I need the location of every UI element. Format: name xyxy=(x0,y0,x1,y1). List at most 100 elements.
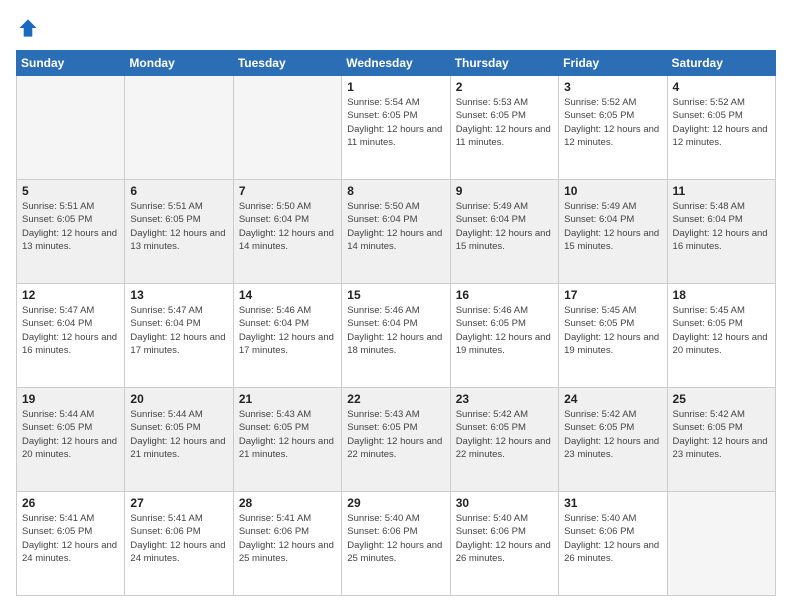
calendar-cell: 4Sunrise: 5:52 AM Sunset: 6:05 PM Daylig… xyxy=(667,76,775,180)
calendar-cell: 13 Sunrise: 5:47 AM Sunset: 6:04 PM Dayli… xyxy=(125,284,233,388)
page: SundayMondayTuesdayWednesdayThursdayFrid… xyxy=(0,0,792,612)
calendar-week-row: 5 Sunrise: 5:51 AM Sunset: 6:05 PM Daylig… xyxy=(17,180,776,284)
weekday-header: Monday xyxy=(125,51,233,76)
day-number: 8 xyxy=(347,184,444,198)
day-number: 27 xyxy=(130,496,227,510)
weekday-header: Friday xyxy=(559,51,667,76)
calendar-week-row: 26Sunrise: 5:41 AM Sunset: 6:05 PM Dayli… xyxy=(17,492,776,596)
day-detail: Sunrise: 5:42 AM Sunset: 6:05 PM Dayligh… xyxy=(456,409,551,460)
day-detail: Sunrise: 5:40 AM Sunset: 6:06 PM Dayligh… xyxy=(456,513,551,564)
day-number: 29 xyxy=(347,496,444,510)
calendar-cell: 15 Sunrise: 5:46 AM Sunset: 6:04 PM Dayli… xyxy=(342,284,450,388)
calendar-cell: 16 Sunrise: 5:46 AM Sunset: 6:05 PM Dayli… xyxy=(450,284,558,388)
header xyxy=(16,16,776,40)
calendar-cell: 26Sunrise: 5:41 AM Sunset: 6:05 PM Dayli… xyxy=(17,492,125,596)
day-detail: Sunrise: 5:52 AM Sunset: 6:05 PM Dayligh… xyxy=(673,97,768,148)
day-detail: Sunrise: 5:52 AM Sunset: 6:05 PM Dayligh… xyxy=(564,97,659,148)
day-detail: Sunrise: 5:42 AM Sunset: 6:05 PM Dayligh… xyxy=(564,409,659,460)
day-detail: Sunrise: 5:50 AM Sunset: 6:04 PM Dayligh… xyxy=(239,201,334,252)
calendar-cell: 29 Sunrise: 5:40 AM Sunset: 6:06 PM Dayli… xyxy=(342,492,450,596)
day-detail: Sunrise: 5:41 AM Sunset: 6:06 PM Dayligh… xyxy=(130,513,225,564)
day-number: 13 xyxy=(130,288,227,302)
day-detail: Sunrise: 5:42 AM Sunset: 6:05 PM Dayligh… xyxy=(673,409,768,460)
day-number: 24 xyxy=(564,392,661,406)
logo xyxy=(16,16,44,40)
day-detail: Sunrise: 5:49 AM Sunset: 6:04 PM Dayligh… xyxy=(456,201,551,252)
day-number: 7 xyxy=(239,184,336,198)
day-detail: Sunrise: 5:46 AM Sunset: 6:05 PM Dayligh… xyxy=(456,305,551,356)
calendar-cell: 24 Sunrise: 5:42 AM Sunset: 6:05 PM Dayli… xyxy=(559,388,667,492)
day-number: 16 xyxy=(456,288,553,302)
calendar-cell: 6 Sunrise: 5:51 AM Sunset: 6:05 PM Daylig… xyxy=(125,180,233,284)
calendar-cell xyxy=(667,492,775,596)
day-detail: Sunrise: 5:53 AM Sunset: 6:05 PM Dayligh… xyxy=(456,97,551,148)
calendar-cell: 1Sunrise: 5:54 AM Sunset: 6:05 PM Daylig… xyxy=(342,76,450,180)
day-detail: Sunrise: 5:47 AM Sunset: 6:04 PM Dayligh… xyxy=(22,305,117,356)
day-number: 28 xyxy=(239,496,336,510)
weekday-header: Saturday xyxy=(667,51,775,76)
calendar-cell: 27 Sunrise: 5:41 AM Sunset: 6:06 PM Dayli… xyxy=(125,492,233,596)
calendar-cell: 19Sunrise: 5:44 AM Sunset: 6:05 PM Dayli… xyxy=(17,388,125,492)
day-detail: Sunrise: 5:40 AM Sunset: 6:06 PM Dayligh… xyxy=(564,513,659,564)
day-number: 25 xyxy=(673,392,770,406)
calendar-week-row: 19 Sunrise: 5:44 AM Sunset: 6:05 PM Dayli… xyxy=(17,388,776,492)
day-number: 20 xyxy=(130,392,227,406)
day-number: 18 xyxy=(673,288,770,302)
day-detail: Sunrise: 5:51 AM Sunset: 6:05 PM Dayligh… xyxy=(130,201,225,252)
day-detail: Sunrise: 5:43 AM Sunset: 6:05 PM Dayligh… xyxy=(239,409,334,460)
calendar-week-row: 12 Sunrise: 5:47 AM Sunset: 6:04 PM Dayli… xyxy=(17,284,776,388)
day-number: 9 xyxy=(456,184,553,198)
day-detail: Sunrise: 5:45 AM Sunset: 6:05 PM Dayligh… xyxy=(564,305,659,356)
day-detail: Sunrise: 5:50 AM Sunset: 6:04 PM Dayligh… xyxy=(347,201,442,252)
day-number: 11 xyxy=(673,184,770,198)
day-detail: Sunrise: 5:47 AM Sunset: 6:04 PM Dayligh… xyxy=(130,305,225,356)
day-number: 19 xyxy=(22,392,119,406)
logo-icon xyxy=(16,16,40,40)
calendar-cell: 18 Sunrise: 5:45 AM Sunset: 6:05 PM Dayli… xyxy=(667,284,775,388)
day-detail: Sunrise: 5:43 AM Sunset: 6:05 PM Dayligh… xyxy=(347,409,442,460)
day-number: 5 xyxy=(22,184,119,198)
calendar-week-row: 1Sunrise: 5:54 AM Sunset: 6:05 PM Daylig… xyxy=(17,76,776,180)
calendar-cell: 10Sunrise: 5:49 AM Sunset: 6:04 PM Dayli… xyxy=(559,180,667,284)
day-detail: Sunrise: 5:45 AM Sunset: 6:05 PM Dayligh… xyxy=(673,305,768,356)
day-number: 3 xyxy=(564,80,661,94)
day-number: 30 xyxy=(456,496,553,510)
day-detail: Sunrise: 5:44 AM Sunset: 6:05 PM Dayligh… xyxy=(130,409,225,460)
calendar-cell: 12 Sunrise: 5:47 AM Sunset: 6:04 PM Dayli… xyxy=(17,284,125,388)
calendar-cell: 17 Sunrise: 5:45 AM Sunset: 6:05 PM Dayli… xyxy=(559,284,667,388)
day-detail: Sunrise: 5:40 AM Sunset: 6:06 PM Dayligh… xyxy=(347,513,442,564)
calendar-cell: 3 Sunrise: 5:52 AM Sunset: 6:05 PM Daylig… xyxy=(559,76,667,180)
day-detail: Sunrise: 5:51 AM Sunset: 6:05 PM Dayligh… xyxy=(22,201,117,252)
day-number: 26 xyxy=(22,496,119,510)
calendar-table: SundayMondayTuesdayWednesdayThursdayFrid… xyxy=(16,50,776,596)
day-number: 17 xyxy=(564,288,661,302)
calendar-cell: 9 Sunrise: 5:49 AM Sunset: 6:04 PM Daylig… xyxy=(450,180,558,284)
calendar-cell: 20 Sunrise: 5:44 AM Sunset: 6:05 PM Dayli… xyxy=(125,388,233,492)
calendar-cell: 30 Sunrise: 5:40 AM Sunset: 6:06 PM Dayli… xyxy=(450,492,558,596)
calendar-cell xyxy=(17,76,125,180)
day-number: 21 xyxy=(239,392,336,406)
day-number: 10 xyxy=(564,184,661,198)
day-number: 15 xyxy=(347,288,444,302)
calendar-cell: 22 Sunrise: 5:43 AM Sunset: 6:05 PM Dayli… xyxy=(342,388,450,492)
calendar-cell xyxy=(125,76,233,180)
day-number: 12 xyxy=(22,288,119,302)
weekday-header: Wednesday xyxy=(342,51,450,76)
calendar-cell: 2Sunrise: 5:53 AM Sunset: 6:05 PM Daylig… xyxy=(450,76,558,180)
day-detail: Sunrise: 5:48 AM Sunset: 6:04 PM Dayligh… xyxy=(673,201,768,252)
day-detail: Sunrise: 5:46 AM Sunset: 6:04 PM Dayligh… xyxy=(347,305,442,356)
calendar-cell xyxy=(233,76,341,180)
day-number: 1 xyxy=(347,80,444,94)
calendar-cell: 11 Sunrise: 5:48 AM Sunset: 6:04 PM Dayli… xyxy=(667,180,775,284)
day-number: 23 xyxy=(456,392,553,406)
calendar-cell: 23 Sunrise: 5:42 AM Sunset: 6:05 PM Dayli… xyxy=(450,388,558,492)
calendar-cell: 14Sunrise: 5:46 AM Sunset: 6:04 PM Dayli… xyxy=(233,284,341,388)
calendar-cell: 21 Sunrise: 5:43 AM Sunset: 6:05 PM Dayli… xyxy=(233,388,341,492)
day-number: 6 xyxy=(130,184,227,198)
weekday-header: Tuesday xyxy=(233,51,341,76)
calendar-cell: 28Sunrise: 5:41 AM Sunset: 6:06 PM Dayli… xyxy=(233,492,341,596)
day-number: 22 xyxy=(347,392,444,406)
weekday-header: Thursday xyxy=(450,51,558,76)
weekday-header: Sunday xyxy=(17,51,125,76)
calendar-cell: 31Sunrise: 5:40 AM Sunset: 6:06 PM Dayli… xyxy=(559,492,667,596)
